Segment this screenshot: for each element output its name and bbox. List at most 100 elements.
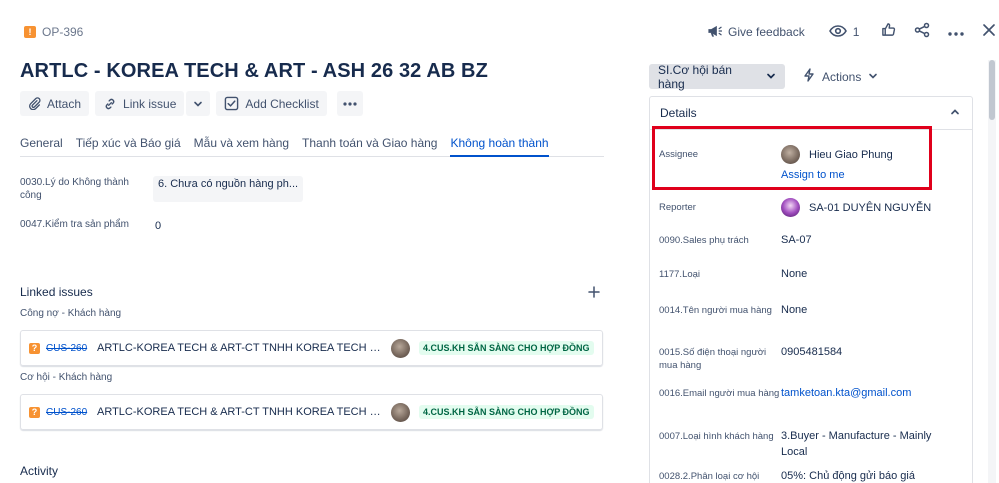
detail-row: 0014.Tên người mua hàng None bbox=[659, 304, 807, 318]
more-options-button[interactable] bbox=[948, 23, 965, 41]
reporter-name: SA-01 DUYÊN NGUYỄN bbox=[809, 201, 932, 214]
issue-toolbar: Attach Link issue Add Checklist bbox=[20, 91, 363, 116]
issue-type-icon: ! bbox=[24, 26, 36, 38]
issue-title[interactable]: ARTLC - KOREA TECH & ART - ASH 26 32 AB … bbox=[20, 60, 488, 83]
close-icon bbox=[982, 23, 996, 42]
chevron-down-icon bbox=[766, 70, 776, 84]
field-tabs: General Tiếp xúc và Báo giá Mẫu và xem h… bbox=[20, 135, 604, 157]
detail-value[interactable]: SA-07 bbox=[781, 232, 812, 248]
tab-khong-hoan-thanh[interactable]: Không hoàn thành bbox=[450, 135, 549, 157]
avatar bbox=[391, 402, 410, 422]
reporter-user[interactable]: SA-01 DUYÊN NGUYỄN bbox=[781, 198, 931, 217]
plus-icon bbox=[588, 285, 600, 302]
add-checklist-button[interactable]: Add Checklist bbox=[216, 91, 327, 116]
actions-dropdown-button[interactable]: Actions bbox=[803, 64, 878, 89]
detail-row: 0090.Sales phụ trách SA-07 bbox=[659, 234, 812, 248]
add-checklist-label: Add Checklist bbox=[245, 96, 319, 111]
detail-value[interactable]: None bbox=[781, 266, 807, 282]
eye-icon bbox=[828, 24, 847, 40]
paperclip-icon bbox=[28, 97, 41, 110]
details-title: Details bbox=[660, 106, 697, 120]
activity-title: Activity bbox=[20, 464, 59, 478]
field-row-ly-do: 0030.Lý do Không thành công 6. Chưa có n… bbox=[20, 176, 304, 202]
lightning-icon bbox=[803, 68, 815, 85]
linked-issue-key[interactable]: CUS-260 bbox=[46, 407, 90, 418]
link-issue-label: Link issue bbox=[123, 96, 177, 111]
detail-row: 0015.Số điện thoại người mua hàng 090548… bbox=[659, 346, 842, 372]
field-value-kiem-tra[interactable]: 0 bbox=[150, 218, 166, 234]
status-label: SI.Cơ hội bán hàng bbox=[658, 62, 732, 91]
issue-key-link[interactable]: ! OP-396 bbox=[24, 25, 83, 39]
assignee-highlight-box bbox=[652, 126, 932, 190]
status-badge[interactable]: 4.CUS.KH SẴN SÀNG CHO HỢP ĐỒNG bbox=[419, 341, 594, 355]
linked-issue-key[interactable]: CUS-260 bbox=[46, 343, 90, 354]
tab-thanh-toan-giao-hang[interactable]: Thanh toán và Giao hàng bbox=[302, 135, 437, 157]
detail-row: 1177.Loại None bbox=[659, 268, 807, 282]
linked-issue-summary[interactable]: ARTLC-KOREA TECH & ART-CT TNHH KOREA TEC… bbox=[97, 342, 381, 354]
detail-label: 0090.Sales phụ trách bbox=[659, 235, 749, 246]
watch-count: 1 bbox=[852, 25, 860, 39]
detail-label: 0014.Tên người mua hàng bbox=[659, 305, 772, 316]
give-feedback-label: Give feedback bbox=[728, 25, 805, 39]
add-linked-issue-button[interactable] bbox=[588, 285, 600, 303]
detail-row: 0028.2.Phân loại cơ hội 05%: Chủ động gử… bbox=[659, 470, 915, 483]
close-button[interactable] bbox=[982, 23, 996, 42]
detail-value[interactable]: 05%: Chủ động gửi báo giá bbox=[781, 468, 915, 483]
linked-issue-summary[interactable]: ARTLC-KOREA TECH & ART-CT TNHH KOREA TEC… bbox=[97, 406, 381, 418]
share-button[interactable] bbox=[914, 22, 930, 43]
link-issue-dropdown[interactable] bbox=[186, 91, 211, 116]
avatar bbox=[781, 198, 800, 217]
linked-issue-card[interactable]: ? CUS-260 ARTLC-KOREA TECH & ART-CT TNHH… bbox=[20, 394, 603, 430]
issue-header-actions: Give feedback 1 bbox=[707, 22, 996, 42]
megaphone-icon bbox=[707, 24, 723, 41]
question-icon: ? bbox=[29, 406, 40, 418]
more-actions-button[interactable] bbox=[336, 91, 363, 116]
field-value-ly-do[interactable]: 6. Chưa có nguồn hàng ph... bbox=[153, 176, 304, 202]
checkbox-icon bbox=[224, 96, 239, 111]
linked-issue-card[interactable]: ? CUS-260 ARTLC-KOREA TECH & ART-CT TNHH… bbox=[20, 330, 603, 366]
more-icon bbox=[343, 101, 357, 106]
link-group-label: Cơ hội - Khách hàng bbox=[20, 372, 113, 383]
detail-label: 0016.Email người mua hàng bbox=[659, 388, 780, 399]
email-link[interactable]: tamketoan.kta@gmail.com bbox=[781, 385, 911, 401]
scrollbar-thumb[interactable] bbox=[989, 60, 995, 120]
scrollbar-track[interactable] bbox=[988, 60, 996, 483]
detail-row-reporter: Reporter SA-01 DUYÊN NGUYỄN bbox=[659, 198, 931, 217]
more-icon bbox=[948, 23, 965, 41]
detail-label: 0007.Loại hình khách hàng bbox=[659, 431, 774, 442]
like-button[interactable] bbox=[881, 22, 896, 42]
thumbs-up-icon bbox=[881, 22, 896, 42]
share-icon bbox=[914, 22, 930, 43]
detail-value[interactable]: 3.Buyer - Manufacture - Mainly Local bbox=[781, 428, 951, 460]
link-issue-button[interactable]: Link issue bbox=[95, 91, 185, 116]
detail-label: 0015.Số điện thoại người mua hàng bbox=[659, 347, 767, 371]
field-label: 0047.Kiểm tra sản phẩm bbox=[20, 219, 129, 230]
field-row-kiem-tra: 0047.Kiểm tra sản phẩm 0 bbox=[20, 218, 166, 234]
status-badge[interactable]: 4.CUS.KH SẴN SÀNG CHO HỢP ĐỒNG bbox=[419, 405, 594, 419]
field-label: 0030.Lý do Không thành công bbox=[20, 177, 129, 201]
attach-button[interactable]: Attach bbox=[20, 91, 90, 116]
avatar bbox=[391, 338, 410, 358]
detail-value[interactable]: 0905481584 bbox=[781, 344, 842, 372]
attach-label: Attach bbox=[47, 96, 82, 111]
detail-row: 0016.Email người mua hàng tamketoan.kta@… bbox=[659, 387, 911, 401]
chevron-down-icon bbox=[193, 99, 203, 109]
question-icon: ? bbox=[29, 342, 40, 354]
detail-label: 1177.Loại bbox=[659, 269, 701, 280]
actions-label: Actions bbox=[822, 69, 862, 84]
link-icon bbox=[103, 97, 117, 111]
detail-label: 0028.2.Phân loại cơ hội bbox=[659, 471, 760, 482]
detail-label: Reporter bbox=[659, 202, 696, 213]
chevron-down-icon bbox=[868, 70, 878, 84]
tab-tiep-xuc-bao-gia[interactable]: Tiếp xúc và Báo giá bbox=[76, 135, 181, 157]
link-group-label: Công nợ - Khách hàng bbox=[20, 308, 122, 319]
detail-value[interactable]: None bbox=[781, 302, 807, 318]
tab-mau-xem-hang[interactable]: Mẫu và xem hàng bbox=[194, 135, 289, 157]
give-feedback-button[interactable]: Give feedback bbox=[707, 24, 805, 41]
linked-issues-title: Linked issues bbox=[20, 285, 93, 299]
tab-general[interactable]: General bbox=[20, 135, 63, 157]
chevron-up-icon[interactable] bbox=[950, 106, 960, 120]
detail-row: 0007.Loại hình khách hàng 3.Buyer - Manu… bbox=[659, 428, 951, 460]
watch-button[interactable]: 1 bbox=[828, 24, 860, 40]
status-dropdown-button[interactable]: SI.Cơ hội bán hàng bbox=[649, 62, 785, 91]
